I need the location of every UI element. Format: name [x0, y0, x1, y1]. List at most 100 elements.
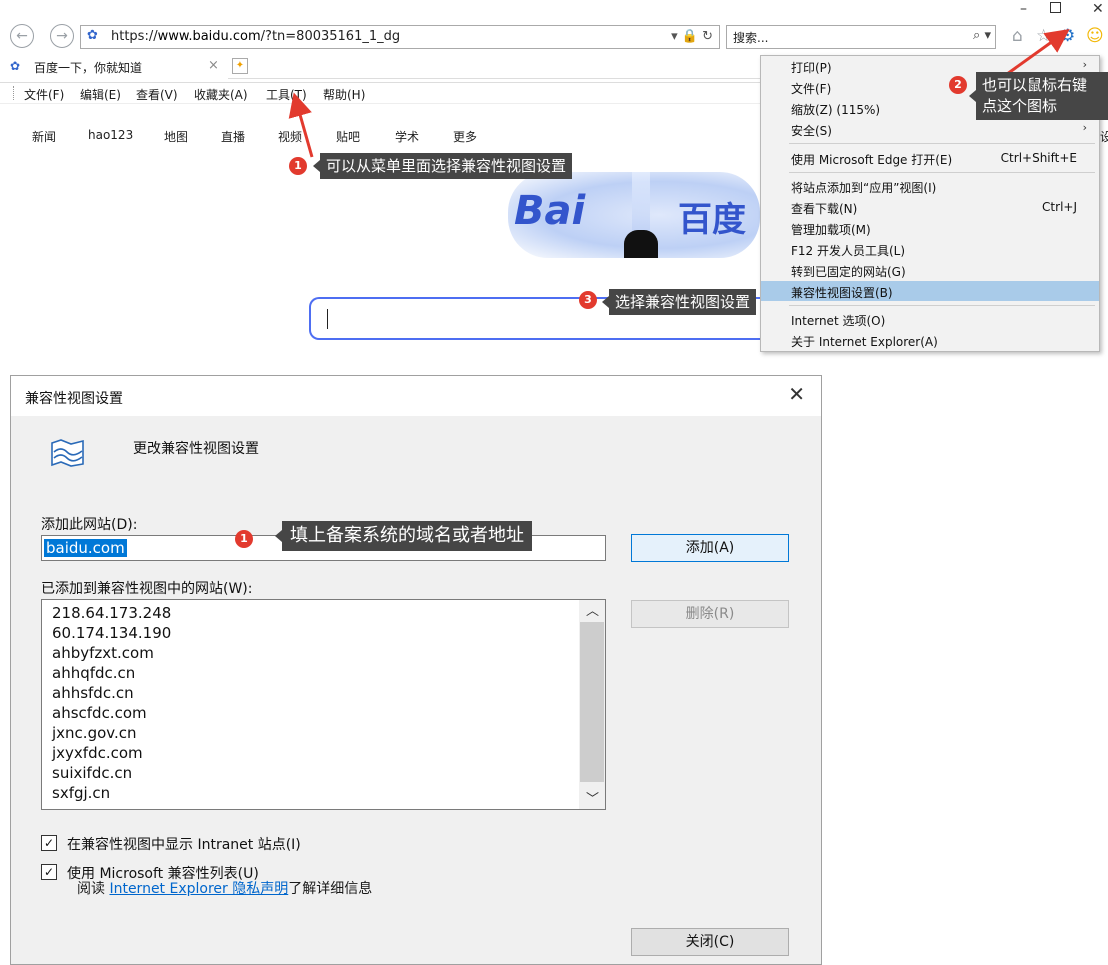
list-item[interactable]: suixifdc.cn — [52, 764, 132, 782]
gear-icon[interactable]: ⚙ — [1060, 26, 1075, 46]
baidu-logo[interactable]: Bai 百度 — [508, 172, 760, 258]
address-row: ← → ✿ https://www.baidu.com/?tn=80035161… — [0, 22, 1108, 52]
menu-item-dev-tools[interactable]: F12 开发人员工具(L) — [761, 239, 1099, 259]
address-tools[interactable]: ▾ 🔒 ↻ — [671, 29, 713, 44]
menu-item-downloads[interactable]: 查看下载(N) Ctrl+J — [761, 197, 1099, 217]
compat-view-icon — [51, 439, 84, 467]
nav-link-xueshu[interactable]: 学术 — [395, 128, 419, 145]
menu-separator — [789, 143, 1095, 144]
forward-button[interactable]: → — [50, 24, 74, 48]
tab-title: 百度一下，你就知道 — [34, 61, 143, 75]
remove-button[interactable]: 删除(R) — [631, 600, 789, 628]
callout-step2: 也可以鼠标右键 点这个图标 — [969, 72, 1108, 120]
menu-item-addons[interactable]: 管理加载项(M) — [761, 218, 1099, 238]
menu-separator — [789, 172, 1095, 173]
callout-step1: 可以从菜单里面选择兼容性视图设置 — [312, 153, 573, 179]
address-url[interactable]: https://www.baidu.com/?tn=80035161_1_dg — [111, 29, 400, 44]
dialog-close-icon[interactable]: ✕ — [788, 382, 805, 406]
back-button[interactable]: ← — [10, 24, 34, 48]
menu-favorites[interactable]: 收藏夹(A) — [194, 86, 248, 103]
smiley-icon[interactable]: ☺ — [1086, 26, 1104, 46]
close-window-button[interactable]: ✕ — [1092, 1, 1104, 17]
privacy-link[interactable]: Internet Explorer 隐私声明 — [109, 881, 288, 897]
submenu-arrow-icon: › — [1082, 121, 1087, 134]
list-item[interactable]: 218.64.173.248 — [52, 604, 171, 622]
intranet-checkbox[interactable]: ✓ — [41, 835, 57, 851]
list-scrollbar[interactable]: ︿ ﹀ — [579, 600, 605, 809]
chevron-up-icon[interactable]: ︿ — [586, 600, 599, 619]
list-item[interactable]: sxfgj.cn — [52, 784, 110, 802]
menu-item-internet-options[interactable]: Internet 选项(O) — [761, 309, 1099, 329]
add-button[interactable]: 添加(A) — [631, 534, 789, 562]
star-icon[interactable]: ☆ — [1036, 26, 1051, 46]
toolbar-icons: ⌂ ☆ ⚙ ☺ — [1012, 26, 1108, 48]
menu-help[interactable]: 帮助(H) — [323, 86, 365, 103]
home-icon[interactable]: ⌂ — [1012, 26, 1023, 46]
site-list[interactable]: 218.64.173.248 60.174.134.190 ahbyfzxt.c… — [41, 599, 606, 810]
site-list-label: 已添加到兼容性视图中的网站(W): — [41, 581, 253, 597]
list-item[interactable]: ahscfdc.com — [52, 704, 147, 722]
nav-link-hao123[interactable]: hao123 — [88, 128, 133, 142]
list-item[interactable]: jxnc.gov.cn — [52, 724, 137, 742]
nav-link-map[interactable]: 地图 — [164, 128, 188, 145]
menu-file[interactable]: 文件(F) — [24, 86, 64, 103]
nav-link-live[interactable]: 直播 — [221, 128, 245, 145]
settings-link-fragment[interactable]: 设 — [1100, 128, 1108, 145]
search-icon[interactable]: ⌕ ▾ — [973, 28, 991, 43]
chevron-down-icon[interactable]: ﹀ — [586, 788, 599, 807]
list-item[interactable]: ahbyfzxt.com — [52, 644, 154, 662]
text-cursor — [327, 309, 328, 329]
menu-item-open-edge[interactable]: 使用 Microsoft Edge 打开(E) Ctrl+Shift+E — [761, 148, 1099, 168]
privacy-suffix: 了解详细信息 — [288, 881, 373, 897]
nav-link-news[interactable]: 新闻 — [32, 128, 56, 145]
compat-view-dialog: 兼容性视图设置 ✕ 更改兼容性视图设置 添加此网站(D): baidu.com … — [10, 375, 822, 965]
menu-item-label: 转到已固定的网站(G) — [791, 265, 906, 279]
menu-item-label: 使用 Microsoft Edge 打开(E) — [791, 153, 953, 167]
list-item[interactable]: ahhsfdc.cn — [52, 684, 134, 702]
back-arrow-icon: ← — [16, 28, 28, 44]
menu-item-label: 查看下载(N) — [791, 202, 858, 216]
step-badge: 1 — [235, 530, 253, 548]
dialog-heading: 更改兼容性视图设置 — [133, 441, 259, 457]
tab-baidu[interactable]: ✿ 百度一下，你就知道 × — [0, 55, 228, 79]
menu-item-security[interactable]: 安全(S) › — [761, 119, 1099, 139]
menu-separator — [789, 305, 1095, 306]
tab-close-icon[interactable]: × — [208, 58, 219, 73]
menu-item-compat-view[interactable]: 兼容性视图设置(B) — [761, 281, 1099, 301]
menu-item-add-to-apps[interactable]: 将站点添加到“应用”视图(I) — [761, 176, 1099, 196]
menu-item-about-ie[interactable]: 关于 Internet Explorer(A) — [761, 330, 1099, 350]
menu-view[interactable]: 查看(V) — [136, 86, 178, 103]
step-badge: 1 — [289, 157, 307, 175]
submenu-arrow-icon: › — [1082, 58, 1087, 71]
callout-step3: 选择兼容性视图设置 — [601, 289, 757, 315]
scrollbar-thumb[interactable] — [580, 622, 604, 782]
new-tab-icon[interactable]: ✦ — [232, 58, 248, 74]
minimize-button[interactable]: – — [1020, 1, 1027, 17]
menu-item-pinned-sites[interactable]: 转到已固定的网站(G) — [761, 260, 1099, 280]
list-item[interactable]: 60.174.134.190 — [52, 624, 171, 642]
list-item[interactable]: jxyxfdc.com — [52, 744, 143, 762]
menu-edit[interactable]: 编辑(E) — [80, 86, 121, 103]
close-button[interactable]: 关闭(C) — [631, 928, 789, 956]
nav-link-tieba[interactable]: 贴吧 — [336, 128, 360, 145]
window-controls: – ✕ — [998, 0, 1108, 22]
ms-list-checkbox[interactable]: ✓ — [41, 864, 57, 880]
menu-item-label: 打印(P) — [791, 61, 832, 75]
menu-tools[interactable]: 工具(T) — [266, 86, 307, 103]
search-box[interactable]: 搜索... ⌕ ▾ — [726, 25, 996, 49]
add-site-value: baidu.com — [44, 539, 127, 557]
maximize-button[interactable] — [1050, 2, 1061, 13]
logo-paw-icon — [624, 230, 658, 258]
menu-item-label: 管理加载项(M) — [791, 223, 871, 237]
url-path: /?tn=80035161_1_dg — [260, 29, 401, 44]
search-placeholder: 搜索... — [733, 31, 769, 45]
nav-link-more[interactable]: 更多 — [453, 128, 477, 145]
list-item[interactable]: ahhqfdc.cn — [52, 664, 135, 682]
baidu-paw-icon: ✿ — [10, 59, 21, 73]
privacy-statement: 阅读 Internet Explorer 隐私声明了解详细信息 — [77, 878, 372, 898]
logo-text-baidu: 百度 — [678, 200, 746, 240]
menu-item-shortcut: Ctrl+J — [1042, 200, 1077, 214]
nav-link-video[interactable]: 视频 — [278, 128, 302, 145]
privacy-prefix: 阅读 — [77, 881, 110, 897]
address-bar[interactable]: ✿ https://www.baidu.com/?tn=80035161_1_d… — [80, 25, 720, 49]
